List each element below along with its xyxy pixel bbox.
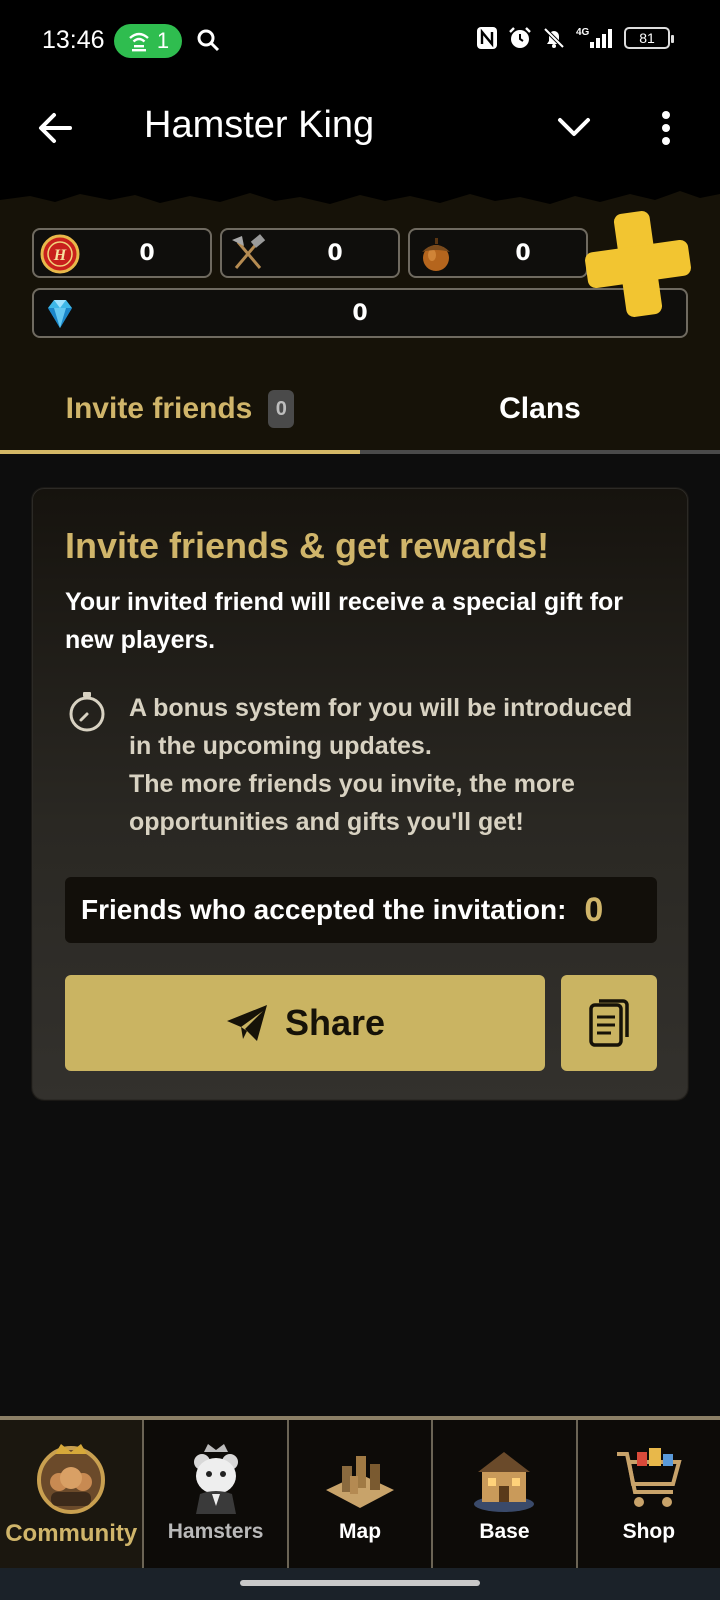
diamond-icon [48,300,72,328]
nav-base[interactable]: Base [433,1420,578,1568]
hamster-coin-icon: H [40,234,80,274]
nav-hamsters[interactable]: Hamsters [144,1420,289,1568]
share-button[interactable]: Share [65,975,545,1071]
nav-community[interactable]: Community [0,1420,145,1568]
nav-hamsters-label: Hamsters [167,1520,264,1543]
mute-bell-icon [543,27,565,49]
invite-card-subtitle: Your invited friend will receive a speci… [65,588,624,654]
invite-card: Invite friends & get rewards! Your invit… [32,488,688,1100]
svg-text:4G: 4G [576,27,590,38]
nav-base-label: Base [479,1520,530,1543]
gesture-area [0,1568,720,1600]
tab-divider [360,450,720,454]
chevron-down-icon[interactable] [556,112,592,142]
nav-map-label: Map [339,1520,382,1543]
back-arrow-icon[interactable] [36,108,76,148]
tab-invite-friends[interactable]: Invite friends 0 [0,368,360,450]
hammer-axe-icon [232,234,266,269]
invite-count-badge: 0 [268,390,295,428]
coins-value: 0 [139,240,155,266]
tab-invite-friends-label: Invite friends [65,392,253,425]
tab-clans[interactable]: Clans [360,368,720,450]
search-icon [197,29,220,52]
acorn-icon [422,238,450,271]
tools-counter: 0 [220,228,400,278]
bonus-line: The more friends you invite, the more [129,770,575,798]
house-base-icon [474,1452,535,1512]
app-bar: Hamster King [0,82,720,182]
signal-4g-icon: 4G [576,27,612,48]
nav-map[interactable]: Map [289,1420,434,1568]
bonus-line: in the upcoming updates. [129,732,432,760]
map-city-icon [326,1456,395,1508]
tab-clans-label: Clans [499,392,581,425]
tabs-bar: Invite friends 0 Clans [0,368,720,454]
status-bar: 13:46 1 4G 81 [0,0,720,82]
bottom-navigation: Community Hamsters Map Base Shop [0,1416,720,1568]
acorns-value: 0 [515,240,531,266]
home-gesture-bar[interactable] [240,1580,480,1586]
clipboard-copy-icon [589,999,629,1047]
battery-indicator: 81 [624,27,674,49]
active-tab-indicator [0,450,360,454]
share-button-label: Share [284,1002,386,1043]
hamster-icon [193,1444,238,1514]
invite-card-title: Invite friends & get rewards! [65,525,550,566]
coins-counter: H 0 [32,228,212,278]
copy-link-button[interactable] [561,975,657,1071]
screen: 13:46 1 4G 81 Hamster King H 0 0 0 0 Inv… [0,0,720,1600]
accepted-invitations-count: 0 [584,890,604,929]
nfc-icon [477,27,497,49]
paper-plane-icon [226,1005,267,1041]
gems-value: 0 [352,300,368,326]
add-resources-plus-icon[interactable] [580,206,696,322]
svg-text:H: H [53,247,67,264]
bonus-line: A bonus system for you will be introduce… [129,694,633,722]
bonus-line: opportunities and gifts you'll get! [129,808,524,836]
tools-value: 0 [327,240,343,266]
shopping-cart-icon [616,1448,682,1507]
accepted-invitations-label: Friends who accepted the invitation: [81,894,567,925]
accepted-invitations-row: Friends who accepted the invitation: 0 [65,877,657,943]
more-options-icon[interactable] [658,110,674,146]
stopwatch-icon [69,692,105,732]
app-title: Hamster King [144,104,375,146]
hotspot-indicator: 1 [114,24,182,58]
nav-community-label: Community [5,1520,138,1547]
bonus-info-text: A bonus system for you will be introduce… [129,689,649,841]
hotspot-icon [129,32,149,52]
acorns-counter: 0 [408,228,588,278]
status-icons: 4G 81 [476,26,674,50]
community-crest-icon [37,1444,106,1514]
status-time: 13:46 [42,26,105,54]
alarm-icon [509,27,531,48]
nav-shop-label: Shop [622,1520,676,1543]
hotspot-count: 1 [156,28,170,53]
nav-shop[interactable]: Shop [578,1420,720,1568]
